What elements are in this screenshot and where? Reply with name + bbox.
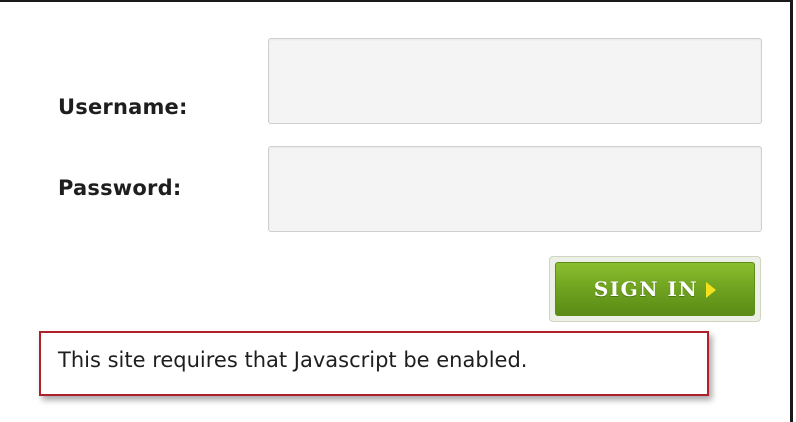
sign-in-button-face[interactable]: SIGN IN (555, 262, 755, 316)
username-input[interactable] (268, 38, 762, 124)
javascript-warning-text: This site requires that Javascript be en… (58, 348, 528, 372)
username-label: Username: (58, 95, 188, 119)
password-label: Password: (58, 176, 182, 200)
arrow-right-icon (706, 281, 717, 298)
javascript-warning: This site requires that Javascript be en… (39, 331, 709, 396)
sign-in-label: SIGN IN (593, 277, 699, 301)
sign-in-button[interactable]: SIGN IN (549, 256, 761, 322)
password-input[interactable] (268, 146, 762, 232)
login-panel: Username: Password: SIGN IN This site re… (0, 0, 793, 422)
